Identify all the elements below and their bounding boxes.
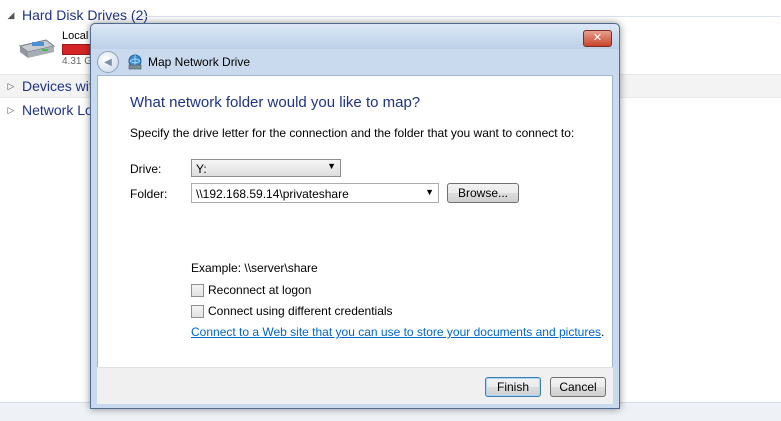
reconnect-checkbox[interactable] [191,283,204,297]
folder-value: \\192.168.59.14\privateshare [196,187,349,201]
expand-arrow-icon[interactable]: ▷ [4,105,18,116]
hard-disk-drives-label: Hard Disk Drives (2) [22,7,149,23]
finish-button[interactable]: Finish [485,377,541,397]
back-arrow-icon[interactable]: ◀ [97,51,119,73]
reconnect-checkbox-row[interactable]: Reconnect at logon [191,283,311,297]
expand-arrow-icon[interactable]: ▷ [4,81,18,92]
folder-input[interactable]: \\192.168.59.14\privateshare ▼ [191,183,439,203]
dialog-header: ◀ Map Network Drive [97,49,613,75]
credentials-checkbox-row[interactable]: Connect using different credentials [191,304,393,318]
drive-letter-select[interactable]: Y: ▼ [191,159,341,177]
devices-label: Devices with [22,78,101,94]
network-drive-icon [128,54,142,70]
group-divider [140,16,780,17]
folder-example: Example: \\server\share [191,261,318,275]
close-button[interactable]: ✕ [583,30,612,47]
folder-label: Folder: [130,187,168,201]
web-link-row: Connect to a Web site that you can use t… [191,325,604,339]
dialog-heading: What network folder would you like to ma… [130,94,421,111]
dialog-title: Map Network Drive [148,55,251,69]
credentials-checkbox[interactable] [191,304,204,318]
network-location-group[interactable]: ▷ Network Loc [0,99,100,121]
network-location-label: Network Loc [22,102,100,118]
dialog-description: Specify the drive letter for the connect… [130,126,575,140]
hard-drive-icon [18,39,56,58]
browse-button[interactable]: Browse... [447,183,519,203]
dropdown-arrow-icon[interactable]: ▼ [425,187,434,197]
dialog-footer: Finish Cancel [97,367,613,404]
map-network-drive-dialog: ✕ ◀ Map Network Drive What network folde… [90,23,620,409]
reconnect-label[interactable]: Reconnect at logon [208,283,311,297]
collapse-arrow-icon[interactable]: ◢ [4,10,18,21]
dialog-content: What network folder would you like to ma… [97,75,613,369]
link-period: . [601,325,605,339]
web-site-link[interactable]: Connect to a Web site that you can use t… [191,325,601,339]
dropdown-arrow-icon: ▼ [327,161,336,171]
drive-letter-value: Y: [196,162,207,176]
drive-label: Drive: [130,162,162,176]
dialog-titlebar[interactable] [91,24,619,49]
drive-free-space: 4.31 G [62,56,93,67]
cancel-button[interactable]: Cancel [550,377,606,397]
credentials-label[interactable]: Connect using different credentials [208,304,393,318]
